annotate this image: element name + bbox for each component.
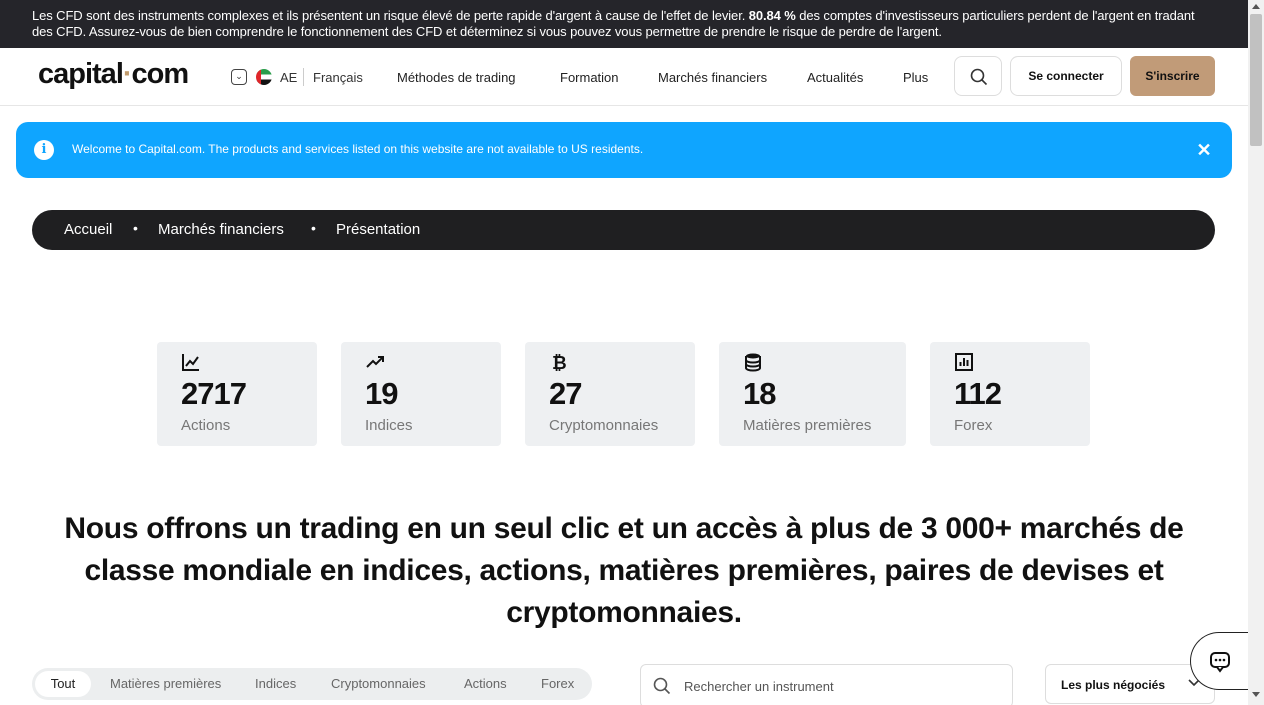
vertical-scrollbar[interactable] (1248, 0, 1264, 705)
info-message: Welcome to Capital.com. The products and… (72, 142, 644, 156)
nav-trading-methods[interactable]: Méthodes de trading (397, 70, 516, 85)
logo-text-right: com (131, 58, 190, 90)
stat-card-forex[interactable]: 112 Forex (930, 342, 1090, 446)
breadcrumb-separator: • (133, 220, 138, 236)
logo-dot: · (122, 58, 133, 90)
login-button[interactable]: Se connecter (1010, 56, 1122, 96)
tab-crypto[interactable]: Cryptomonnaies (331, 676, 426, 691)
us-residents-info-bar: i Welcome to Capital.com. The products a… (16, 122, 1232, 178)
region-code[interactable]: AE (280, 70, 297, 85)
stat-value: 112 (954, 376, 1002, 411)
capital-com-logo[interactable]: capital·com (38, 58, 190, 91)
language-dropdown-toggle[interactable]: ⌄ (231, 69, 247, 85)
info-icon: i (34, 140, 54, 160)
breadcrumb: Accueil • Marchés financiers • Présentat… (32, 210, 1215, 250)
scroll-down-arrow-icon[interactable] (1252, 692, 1260, 697)
breadcrumb-home[interactable]: Accueil (64, 221, 112, 238)
nav-news[interactable]: Actualités (807, 70, 863, 85)
headline-line: Nous offrons un trading en un seul clic … (64, 512, 1184, 545)
search-button[interactable] (954, 56, 1002, 96)
headline-line: classe mondiale en indices, actions, mat… (84, 554, 1164, 587)
stat-label: Cryptomonnaies (549, 417, 659, 434)
breadcrumb-current: Présentation (336, 221, 421, 238)
signup-button[interactable]: S'inscrire (1130, 56, 1215, 96)
svg-text:₿: ₿ (552, 353, 567, 372)
stat-value: 2717 (181, 376, 247, 411)
close-icon[interactable]: ✕ (1196, 138, 1212, 162)
tab-indices[interactable]: Indices (255, 676, 296, 691)
bitcoin-icon: ₿ (552, 353, 567, 372)
breadcrumb-separator: • (311, 220, 316, 236)
database-icon (745, 353, 761, 372)
stat-value: 19 (365, 376, 398, 411)
stat-card-stocks[interactable]: 2717 Actions (157, 342, 317, 446)
market-filter-tabs: Tout Matières premières Indices Cryptomo… (32, 668, 592, 700)
scrollbar-thumb[interactable] (1250, 14, 1262, 146)
site-header: capital·com ⌄ AE Français Méthodes de tr… (0, 48, 1248, 106)
chart-line-icon (182, 354, 199, 371)
search-icon (970, 68, 988, 86)
sort-selected-value: Les plus négociés (1061, 678, 1166, 692)
stat-card-commodities[interactable]: 18 Matières premières (719, 342, 906, 446)
page: Les CFD sont des instruments complexes e… (0, 0, 1264, 705)
tab-commodities[interactable]: Matières premières (110, 676, 221, 691)
instrument-search-placeholder: Rechercher un instrument (684, 679, 834, 694)
breadcrumb-markets[interactable]: Marchés financiers (158, 221, 284, 238)
stat-card-indices[interactable]: 19 Indices (341, 342, 501, 446)
stat-card-crypto[interactable]: ₿ 27 Cryptomonnaies (525, 342, 695, 446)
page-headline: Nous offrons un trading en un seul clic … (24, 508, 1224, 634)
chat-widget-button[interactable] (1190, 632, 1248, 690)
language-divider (303, 68, 304, 86)
stat-label: Matières premières (743, 417, 872, 434)
search-icon (653, 677, 671, 695)
stat-label: Indices (365, 417, 413, 434)
logo-text-left: capital (38, 58, 124, 90)
nav-education[interactable]: Formation (560, 70, 619, 85)
tab-all[interactable]: Tout (35, 671, 91, 697)
sort-dropdown[interactable]: Les plus négociés (1045, 664, 1215, 704)
language-selector[interactable]: Français (313, 70, 363, 85)
trending-up-icon (366, 356, 384, 368)
chat-icon (1210, 652, 1230, 673)
stat-value: 27 (549, 376, 582, 411)
instrument-search-input[interactable]: Rechercher un instrument (640, 664, 1013, 705)
risk-percent: 80.84 % (748, 8, 796, 23)
risk-warning-banner: Les CFD sont des instruments complexes e… (0, 0, 1248, 48)
tab-forex[interactable]: Forex (541, 676, 574, 691)
stat-label: Forex (954, 417, 993, 434)
stat-value: 18 (743, 376, 776, 411)
nav-markets[interactable]: Marchés financiers (658, 70, 767, 85)
tab-shares[interactable]: Actions (464, 676, 507, 691)
bar-chart-icon (955, 353, 973, 371)
uae-flag-icon[interactable] (256, 69, 272, 85)
stat-label: Actions (181, 417, 231, 434)
headline-line: cryptomonnaies. (506, 596, 742, 629)
nav-more[interactable]: Plus (903, 70, 928, 85)
scroll-up-arrow-icon[interactable] (1252, 4, 1260, 9)
risk-text-start: Les CFD sont des instruments complexes e… (32, 8, 749, 23)
